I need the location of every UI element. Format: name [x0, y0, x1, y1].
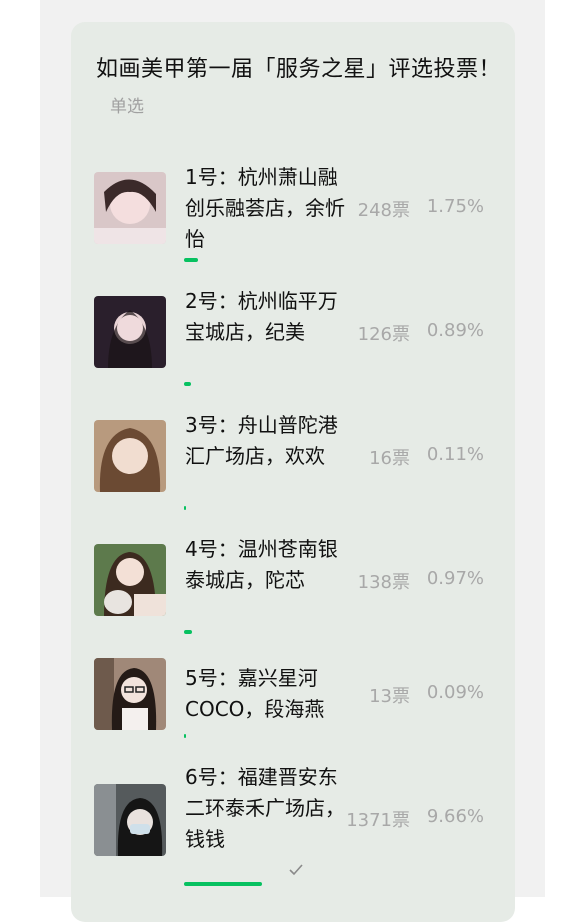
poll-type-label: 单选: [110, 97, 144, 117]
poll-title: 如画美甲第一届「服务之星」评选投票！: [96, 57, 502, 82]
vote-count: 13票: [369, 686, 410, 707]
avatar: [94, 296, 166, 368]
option-label: 4号：温州苍南银泰城店，陀芯: [185, 537, 338, 592]
check-icon: [289, 864, 303, 876]
avatar: [94, 544, 166, 616]
progress-fill: [184, 506, 186, 510]
option-label: 1号：杭州萧山融创乐融荟店，余忻怡: [185, 165, 345, 251]
avatar: [94, 420, 166, 492]
option-label: 6号：福建晋安东二环泰禾广场店，钱钱: [185, 765, 345, 851]
option-label: 5号：嘉兴星河COCO，段海燕: [185, 666, 325, 721]
vote-count: 1371票: [346, 810, 410, 831]
vote-percent: 0.97%: [426, 568, 484, 589]
progress-fill: [184, 734, 186, 738]
poll-option-1[interactable]: 1号：杭州萧山融创乐融荟店，余忻怡 248票 1.75%: [94, 160, 494, 280]
poll-option-2[interactable]: 2号：杭州临平万宝城店，纪美 126票 0.89%: [94, 284, 494, 404]
progress-fill: [184, 882, 263, 886]
vote-count: 16票: [369, 448, 410, 469]
vote-count: 248票: [357, 200, 410, 221]
vote-count: 138票: [357, 572, 410, 593]
vote-percent: 0.89%: [426, 320, 484, 341]
avatar: [94, 172, 166, 244]
poll-option-4[interactable]: 4号：温州苍南银泰城店，陀芯 138票 0.97%: [94, 532, 494, 652]
vote-percent: 0.11%: [426, 444, 484, 465]
vote-percent: 0.09%: [426, 682, 484, 703]
poll-option-6[interactable]: 6号：福建晋安东二环泰禾广场店，钱钱 1371票 9.66%: [94, 758, 494, 886]
progress-bar: [184, 258, 454, 262]
vote-count: 126票: [357, 324, 410, 345]
progress-fill: [184, 630, 192, 634]
poll-title-block: 如画美甲第一届「服务之星」评选投票！ 单选: [96, 52, 506, 125]
progress-bar: [184, 734, 454, 738]
vote-percent: 1.75%: [426, 196, 484, 217]
progress-fill: [184, 258, 199, 262]
avatar: [94, 784, 166, 856]
avatar: [94, 658, 166, 730]
vote-percent: 9.66%: [426, 806, 484, 827]
option-label: 3号：舟山普陀港汇广场店，欢欢: [185, 413, 338, 468]
option-label: 2号：杭州临平万宝城店，纪美: [185, 289, 338, 344]
progress-bar: [184, 864, 454, 886]
progress-bar: [184, 506, 454, 510]
progress-fill: [184, 382, 192, 386]
progress-bar: [184, 630, 454, 634]
progress-bar: [184, 382, 454, 386]
poll-option-3[interactable]: 3号：舟山普陀港汇广场店，欢欢 16票 0.11%: [94, 408, 494, 528]
